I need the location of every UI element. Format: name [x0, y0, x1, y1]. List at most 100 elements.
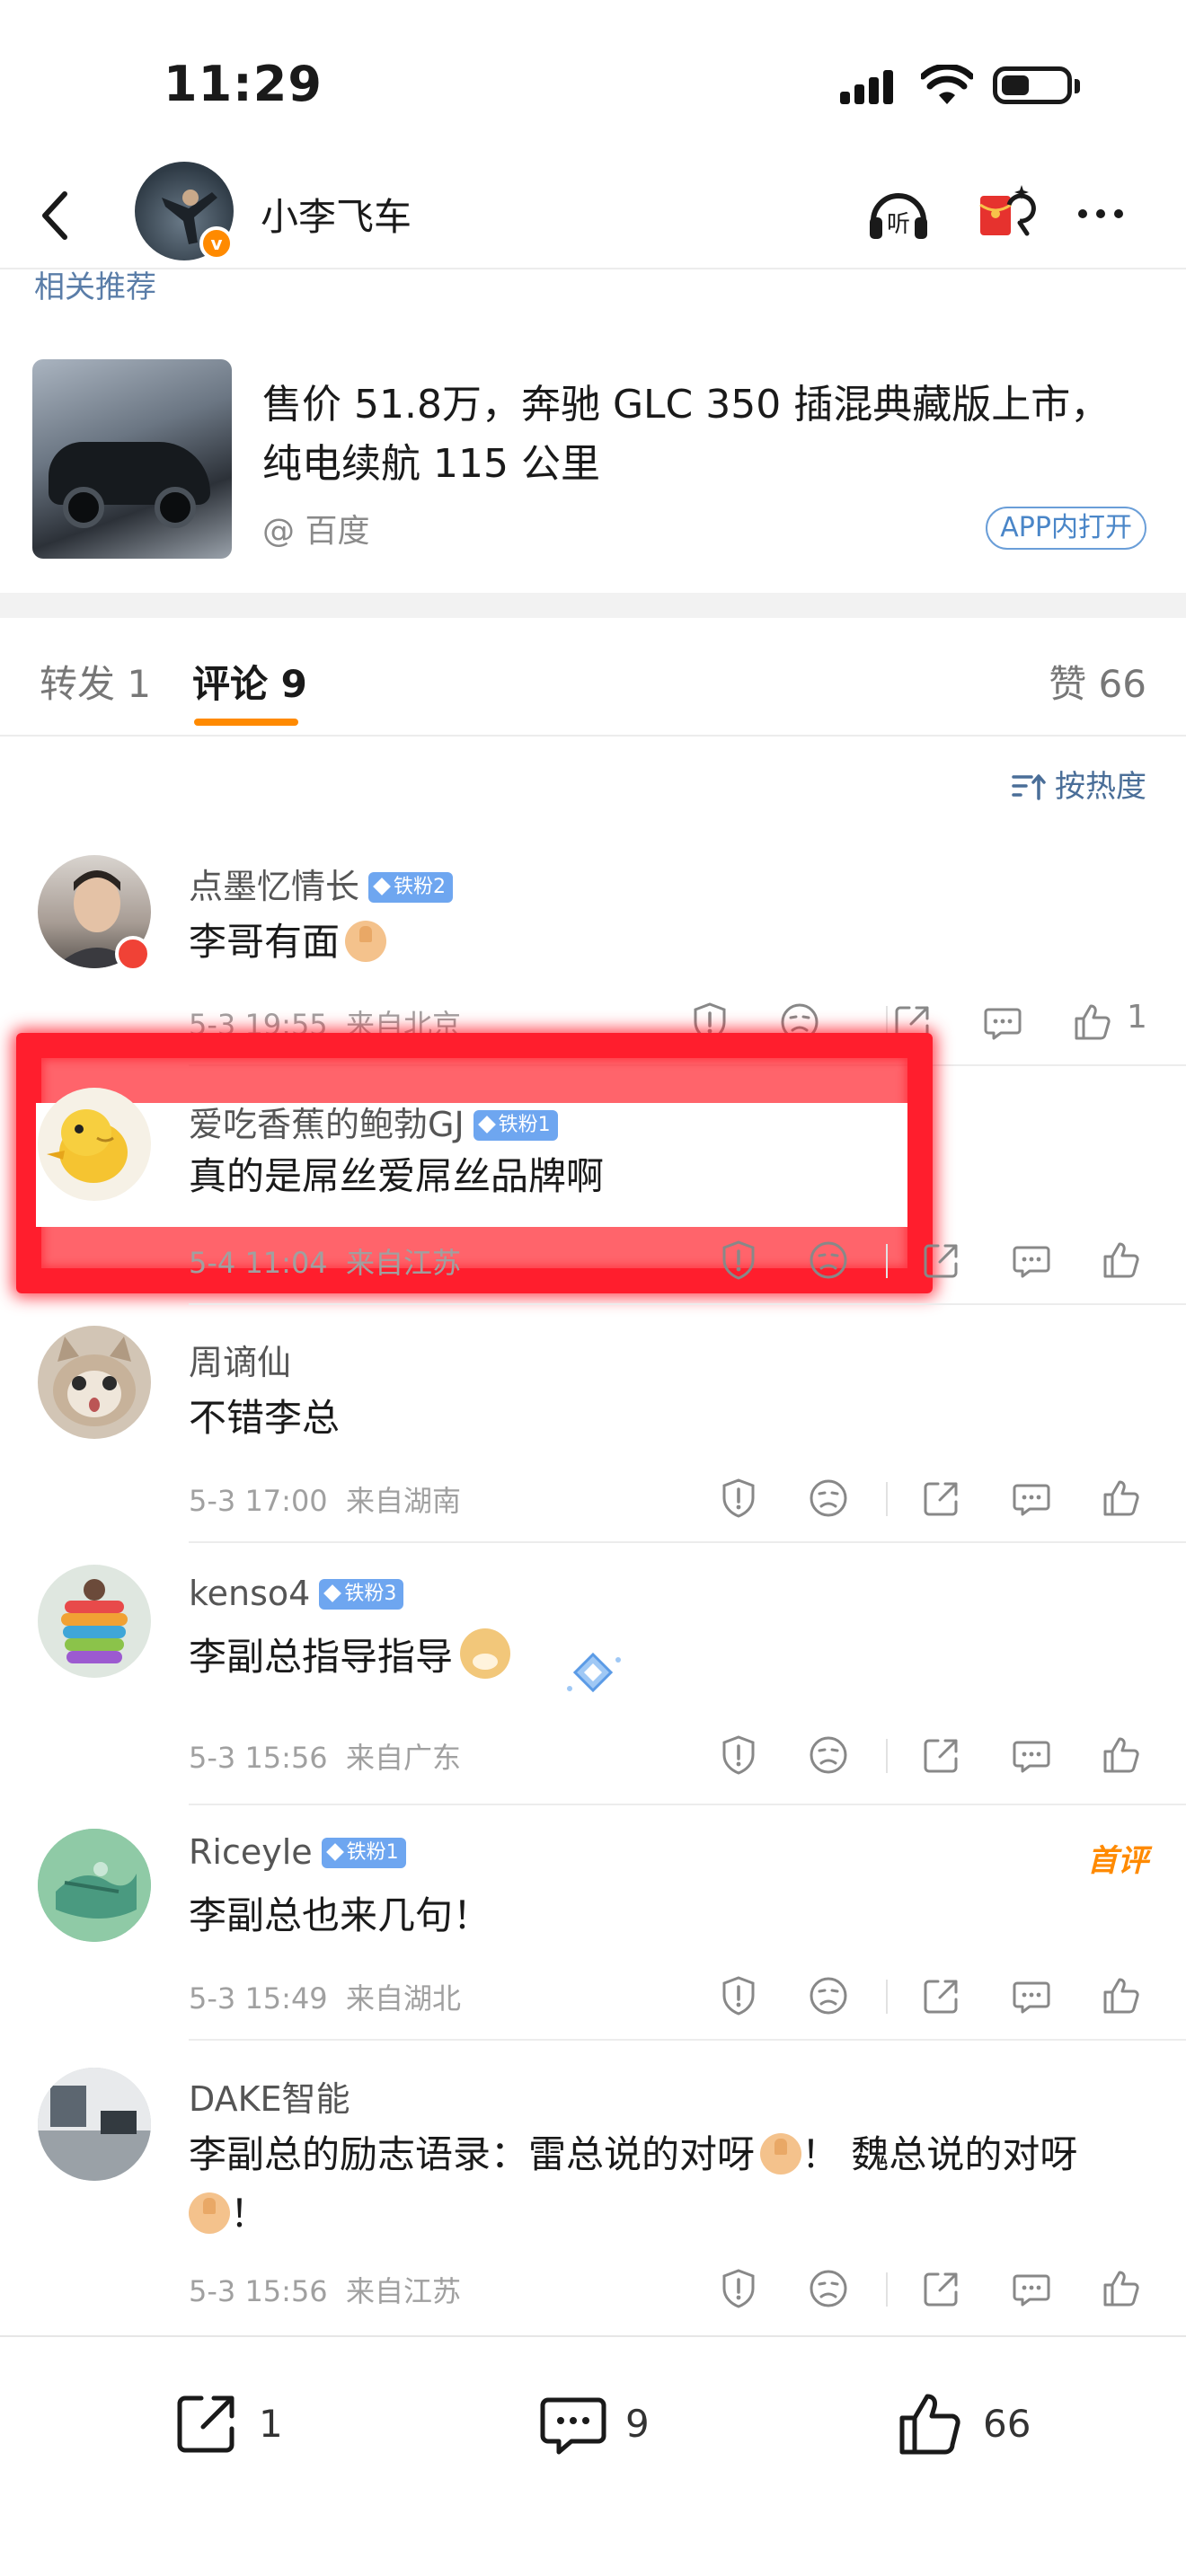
share-icon[interactable] — [886, 995, 940, 1049]
comment-button[interactable] — [537, 2387, 609, 2459]
doge-emoji-icon — [460, 1628, 511, 1679]
wifi-icon — [921, 65, 973, 104]
comment-meta: 5-3 15:49 来自湖北 — [189, 1981, 462, 2016]
share-icon[interactable] — [915, 1969, 969, 2023]
section-divider — [0, 593, 1186, 618]
report-icon[interactable] — [712, 2262, 766, 2316]
status-time: 11:29 — [164, 56, 323, 112]
back-icon[interactable] — [29, 183, 83, 248]
dislike-icon[interactable] — [773, 995, 827, 1049]
news-title[interactable]: 售价 51.8万，奔驰 GLC 350 插混典藏版上市，纯电续航 115 公里 — [262, 375, 1143, 494]
avatar[interactable] — [38, 1565, 151, 1678]
sort-icon — [1012, 774, 1046, 800]
reply-icon[interactable] — [1005, 2262, 1058, 2316]
comment-author[interactable]: DAKE智能 — [189, 2071, 350, 2121]
tab-likes[interactable]: 赞 66 — [1049, 654, 1146, 709]
tab-comments[interactable]: 评论 9 — [192, 654, 307, 709]
fan-level-badge: 铁粉1 — [473, 1110, 558, 1141]
reply-icon[interactable] — [1005, 1969, 1058, 2023]
comment-text: 李副总的励志语录：雷总说的对呀！ 魏总说的对呀！ — [189, 2132, 1078, 2236]
comment-author: 点墨忆情长 铁粉2 — [189, 859, 454, 908]
comment-text: 不错李总 — [189, 1396, 341, 1440]
repost-count: 1 — [259, 2402, 283, 2446]
report-icon[interactable] — [683, 995, 737, 1049]
sort-by-hot-button[interactable]: 按热度 — [1012, 762, 1146, 806]
comment-text: 李副总指导指导 — [189, 1628, 1150, 1687]
dislike-icon[interactable] — [801, 1233, 855, 1287]
comment-actions — [683, 2262, 1168, 2316]
nav-bar: v 小李飞车 听 — [0, 162, 1186, 269]
share-icon[interactable] — [915, 1233, 969, 1287]
comment-like-count: 1 — [1127, 999, 1147, 1036]
avatar[interactable] — [38, 1088, 151, 1201]
report-icon[interactable] — [712, 1471, 766, 1525]
battery-icon — [993, 66, 1080, 104]
related-news-card[interactable]: 售价 51.8万，奔驰 GLC 350 插混典藏版上市，纯电续航 115 公里 … — [0, 332, 1186, 593]
comment-author[interactable]: 周谪仙 — [189, 1335, 291, 1384]
comment-author: Riceyle 铁粉1 — [189, 1832, 406, 1872]
listen-icon[interactable]: 听 — [863, 178, 934, 250]
dislike-icon[interactable] — [801, 2262, 855, 2316]
first-comment-tag: 首评 — [1087, 1843, 1148, 1879]
like-icon[interactable] — [1094, 2262, 1148, 2316]
fan-level-badge: 铁粉1 — [321, 1838, 406, 1868]
tab-repost[interactable]: 转发 1 — [40, 654, 151, 709]
comment-meta: 5-3 19:55 来自北京 — [189, 1008, 462, 1042]
status-bar: 11:29 — [0, 0, 1186, 162]
repost-icon — [177, 2395, 235, 2453]
like-icon[interactable] — [1094, 1969, 1148, 2023]
author-name[interactable]: 小李飞车 — [261, 187, 412, 242]
reply-icon[interactable] — [1005, 1233, 1058, 1287]
report-icon[interactable] — [712, 1728, 766, 1782]
news-source: @ 百度 — [262, 513, 370, 550]
comment-icon — [540, 2397, 606, 2455]
dislike-icon[interactable] — [801, 1728, 855, 1782]
active-tab-indicator — [194, 719, 298, 726]
comment-actions — [683, 1969, 1168, 2023]
report-icon[interactable] — [712, 1969, 766, 2023]
sort-label: 按热度 — [1055, 769, 1146, 805]
avatar[interactable] — [38, 1829, 151, 1942]
share-icon[interactable] — [915, 1471, 969, 1525]
related-recommend-label: 相关推荐 — [34, 269, 156, 305]
avatar[interactable] — [38, 2068, 151, 2181]
comment-actions — [683, 1471, 1168, 1525]
comment-author: 爱吃香蕉的鲍勃GJ 铁粉1 — [189, 1097, 558, 1146]
dislike-icon[interactable] — [801, 1471, 855, 1525]
reply-icon[interactable] — [976, 995, 1030, 1049]
comment-text: 李哥有面 — [189, 913, 1150, 972]
share-icon[interactable] — [915, 1728, 969, 1782]
news-thumbnail — [32, 359, 232, 559]
like-icon[interactable] — [1094, 1728, 1148, 1782]
open-in-app-button[interactable]: APP内打开 — [986, 507, 1146, 550]
thumbs-up-emoji-icon — [189, 2192, 230, 2234]
share-icon[interactable] — [915, 2262, 969, 2316]
like-icon[interactable] — [1066, 995, 1120, 1049]
like-thumb-icon — [899, 2394, 960, 2455]
thumbs-up-emoji-icon — [345, 921, 387, 962]
interaction-tabs: 转发 1 评论 9 赞 66 — [0, 618, 1186, 737]
comment-meta: 5-3 15:56 来自江苏 — [189, 2274, 462, 2308]
comment-count: 9 — [625, 2402, 650, 2446]
dislike-icon[interactable] — [801, 1969, 855, 2023]
reply-icon[interactable] — [1005, 1471, 1058, 1525]
avatar[interactable] — [38, 1326, 151, 1439]
report-icon[interactable] — [712, 1233, 766, 1287]
reply-icon[interactable] — [1005, 1728, 1058, 1782]
fan-level-badge: 铁粉2 — [368, 872, 454, 903]
comment-meta: 5-4 11:04 来自江苏 — [189, 1246, 462, 1280]
like-button[interactable] — [895, 2387, 967, 2459]
comment-text: 真的是屌丝爱屌丝品牌啊 — [189, 1154, 605, 1198]
comment-actions — [683, 1728, 1168, 1782]
like-count: 66 — [983, 2402, 1031, 2446]
comment-meta: 5-3 15:56 来自广东 — [189, 1741, 462, 1775]
like-icon[interactable] — [1094, 1233, 1148, 1287]
member-badge-icon — [115, 936, 151, 972]
more-icon[interactable] — [1065, 178, 1137, 250]
verified-badge: v — [199, 226, 234, 260]
red-envelope-icon[interactable] — [966, 178, 1038, 250]
like-icon[interactable] — [1094, 1471, 1148, 1525]
repost-button[interactable] — [171, 2387, 243, 2459]
listen-label: 听 — [887, 211, 910, 238]
comment-actions: 1 — [683, 995, 1168, 1049]
